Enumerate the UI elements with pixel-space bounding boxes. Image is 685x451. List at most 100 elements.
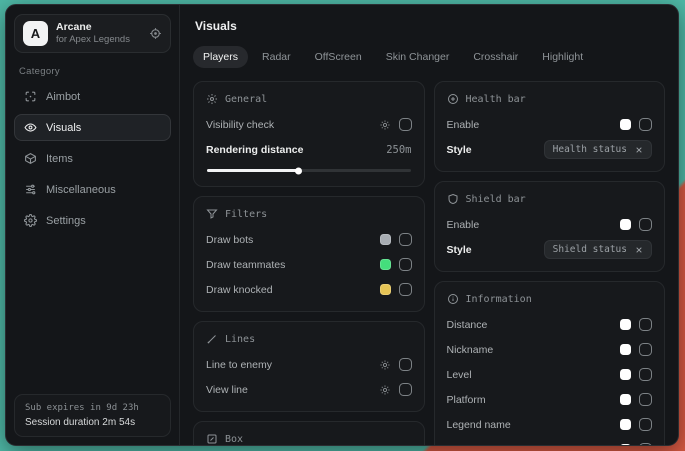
checkbox[interactable] <box>639 443 652 445</box>
package-icon <box>24 152 37 165</box>
tab-radar[interactable]: Radar <box>252 46 301 68</box>
color-swatch[interactable] <box>620 344 631 355</box>
logo-card: A Arcane for Apex Legends <box>14 14 171 53</box>
card-lines: Lines Line to enemy View line <box>193 321 425 412</box>
eye-icon <box>24 121 37 134</box>
health-style-select[interactable]: Health status <box>544 140 652 159</box>
color-swatch[interactable] <box>620 394 631 405</box>
app-window: A Arcane for Apex Legends Category Aimbo… <box>5 4 679 446</box>
tab-crosshair[interactable]: Crosshair <box>463 46 528 68</box>
checkbox[interactable] <box>639 318 652 331</box>
tab-skin-changer[interactable]: Skin Changer <box>376 46 460 68</box>
sidebar-item-visuals[interactable]: Visuals <box>14 114 171 141</box>
card-title: Health bar <box>466 94 526 105</box>
plus-circle-icon <box>447 93 459 105</box>
card-general: General Visibility check Rendering dista… <box>193 81 425 187</box>
shield-style-select[interactable]: Shield status <box>544 240 652 259</box>
app-logo: A <box>23 21 48 46</box>
setting-label: Line to enemy <box>206 359 272 371</box>
color-swatch[interactable] <box>620 369 631 380</box>
color-swatch[interactable] <box>620 444 631 445</box>
checkbox[interactable] <box>399 358 412 371</box>
setting-label: Rendering distance <box>206 144 303 156</box>
checkbox[interactable] <box>639 418 652 431</box>
close-icon[interactable] <box>635 246 643 254</box>
color-swatch[interactable] <box>380 284 391 295</box>
funnel-icon <box>206 208 218 220</box>
app-name: Arcane <box>56 21 141 34</box>
setting-row-shield-enable: Enable <box>447 214 653 235</box>
setting-row-visibility-check: Visibility check <box>206 114 412 135</box>
row-settings-gear-icon[interactable] <box>379 384 391 396</box>
target-icon[interactable] <box>149 27 162 40</box>
diagonal-line-icon <box>206 333 218 345</box>
color-swatch[interactable] <box>620 319 631 330</box>
color-swatch[interactable] <box>620 119 631 130</box>
checkbox[interactable] <box>399 283 412 296</box>
checkbox[interactable] <box>399 383 412 396</box>
setting-row-legend-name: Legend name <box>447 414 653 435</box>
checkbox[interactable] <box>639 343 652 356</box>
gear-icon <box>206 93 218 105</box>
sub-expires-text: Sub expires in 9d 23h <box>25 403 160 413</box>
setting-label: Draw teammates <box>206 259 285 271</box>
card-title: Lines <box>225 334 255 345</box>
sidebar-nav: Aimbot Visuals Items Miscellaneous <box>14 83 171 234</box>
checkbox[interactable] <box>639 393 652 406</box>
category-label: Category <box>19 66 171 77</box>
card-filters: Filters Draw bots Draw teammates <box>193 196 425 312</box>
rendering-distance-slider[interactable] <box>207 169 411 172</box>
tab-offscreen[interactable]: OffScreen <box>305 46 372 68</box>
card-title: Filters <box>225 209 267 220</box>
color-swatch[interactable] <box>620 219 631 230</box>
sidebar-item-label: Miscellaneous <box>46 184 116 196</box>
checkbox[interactable] <box>399 118 412 131</box>
checkbox[interactable] <box>639 118 652 131</box>
tab-players[interactable]: Players <box>193 46 248 68</box>
checkbox[interactable] <box>639 218 652 231</box>
card-box: Box Enable Enable background <box>193 421 425 445</box>
setting-label: Visibility check <box>206 119 274 131</box>
row-settings-gear-icon[interactable] <box>379 359 391 371</box>
setting-row-draw-teammates: Draw teammates <box>206 254 412 275</box>
tab-bar: Players Radar OffScreen Skin Changer Cro… <box>193 46 665 68</box>
setting-label: Draw knocked <box>206 284 273 296</box>
card-health-bar: Health bar Enable Style Health status <box>434 81 666 172</box>
card-title: General <box>225 94 267 105</box>
setting-row-draw-knocked: Draw knocked <box>206 279 412 300</box>
main-content: Visuals Players Radar OffScreen Skin Cha… <box>180 5 678 445</box>
setting-row-rendering-distance: Rendering distance 250m <box>206 139 412 160</box>
close-icon[interactable] <box>635 146 643 154</box>
card-title: Information <box>466 294 532 305</box>
subscription-info: Sub expires in 9d 23h Session duration 2… <box>14 394 171 437</box>
shield-icon <box>447 193 459 205</box>
setting-row-draw-bots: Draw bots <box>206 229 412 250</box>
color-swatch[interactable] <box>380 234 391 245</box>
info-icon <box>447 293 459 305</box>
slider-thumb[interactable] <box>295 167 302 174</box>
setting-label: Enable <box>447 119 480 131</box>
app-subtitle: for Apex Legends <box>56 34 141 46</box>
tab-highlight[interactable]: Highlight <box>532 46 593 68</box>
checkbox[interactable] <box>399 233 412 246</box>
slider-value: 250m <box>386 144 411 156</box>
setting-label: Draw bots <box>206 234 253 246</box>
checkbox[interactable] <box>639 368 652 381</box>
sidebar-item-settings[interactable]: Settings <box>14 207 171 234</box>
setting-row-line-to-enemy: Line to enemy <box>206 354 412 375</box>
box-icon <box>206 433 218 445</box>
color-swatch[interactable] <box>620 419 631 430</box>
checkbox[interactable] <box>399 258 412 271</box>
row-settings-gear-icon[interactable] <box>379 119 391 131</box>
sidebar-item-aimbot[interactable]: Aimbot <box>14 83 171 110</box>
sidebar-item-label: Settings <box>46 215 86 227</box>
setting-row-level: Level <box>447 364 653 385</box>
sidebar-item-items[interactable]: Items <box>14 145 171 172</box>
card-title: Shield bar <box>466 194 526 205</box>
page-title: Visuals <box>195 19 665 33</box>
setting-label: Platform <box>447 394 486 406</box>
sidebar-item-label: Aimbot <box>46 91 80 103</box>
sidebar-item-miscellaneous[interactable]: Miscellaneous <box>14 176 171 203</box>
sidebar-item-label: Visuals <box>46 122 81 134</box>
color-swatch[interactable] <box>380 259 391 270</box>
